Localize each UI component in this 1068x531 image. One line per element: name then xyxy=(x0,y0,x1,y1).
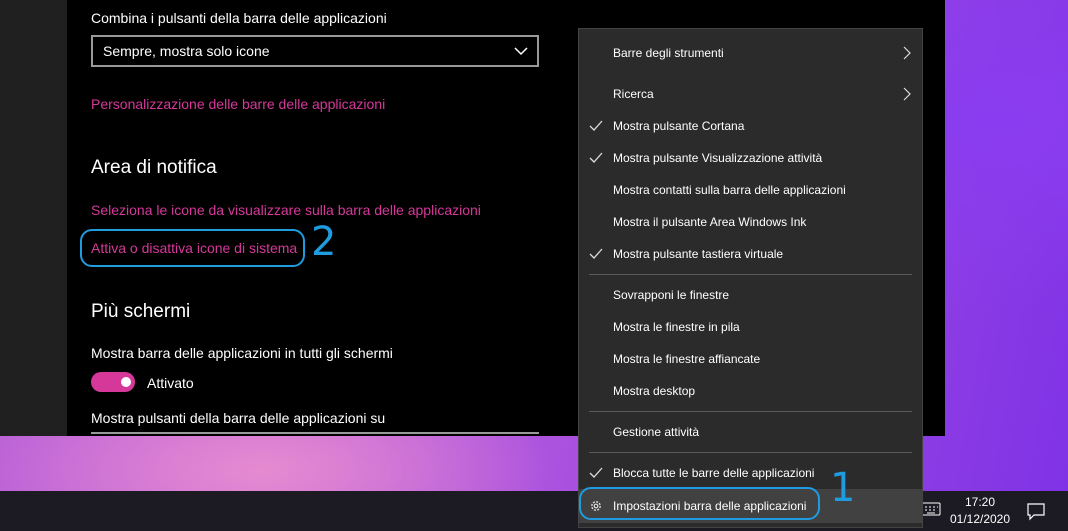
combine-buttons-dropdown[interactable]: Sempre, mostra solo icone xyxy=(91,35,539,67)
menu-item-label: Mostra il pulsante Area Windows Ink xyxy=(613,215,807,229)
menu-item-label: Mostra contatti sulla barra delle applic… xyxy=(613,183,846,197)
show-buttons-on-dropdown[interactable] xyxy=(91,432,539,436)
show-buttons-on-label: Mostra pulsanti della barra delle applic… xyxy=(91,410,386,426)
select-icons-link[interactable]: Seleziona le icone da visualizzare sulla… xyxy=(91,202,481,218)
menu-separator xyxy=(589,411,912,412)
menu-item-show-desktop[interactable]: Mostra desktop xyxy=(579,375,922,407)
annotation-number-2: 2 xyxy=(311,219,337,265)
menu-item-search[interactable]: Ricerca xyxy=(579,78,922,110)
annotation-number-1: 1 xyxy=(830,465,856,511)
menu-item-cortana[interactable]: Mostra pulsante Cortana xyxy=(579,110,922,142)
combine-buttons-value: Sempre, mostra solo icone xyxy=(103,43,270,59)
menu-item-stacked[interactable]: Mostra le finestre in pila xyxy=(579,311,922,343)
action-center-icon[interactable] xyxy=(1026,501,1046,521)
menu-item-label: Blocca tutte le barre delle applicazioni xyxy=(613,466,815,480)
chevron-right-icon xyxy=(903,87,911,101)
menu-separator xyxy=(589,452,912,453)
show-all-displays-toggle[interactable] xyxy=(91,372,135,392)
taskbar-context-menu: Barre degli strumenti Ricerca Mostra pul… xyxy=(578,28,923,528)
menu-item-side-by-side[interactable]: Mostra le finestre affiancate xyxy=(579,343,922,375)
customize-taskbars-link[interactable]: Personalizzazione delle barre delle appl… xyxy=(91,96,385,112)
chevron-down-icon xyxy=(514,47,528,56)
menu-item-label: Mostra pulsante tastiera virtuale xyxy=(613,247,784,261)
clock-date: 01/12/2020 xyxy=(949,512,1011,526)
checkmark-icon xyxy=(589,248,603,259)
keyboard-icon[interactable] xyxy=(921,501,941,517)
menu-item-label: Ricerca xyxy=(613,87,654,101)
multiple-displays-heading: Più schermi xyxy=(91,301,191,322)
menu-item-label: Gestione attività xyxy=(613,425,700,439)
menu-item-cascade[interactable]: Sovrapponi le finestre xyxy=(579,279,922,311)
show-all-displays-label: Mostra barra delle applicazioni in tutti… xyxy=(91,345,393,361)
menu-item-task-manager[interactable]: Gestione attività xyxy=(579,416,922,448)
menu-item-label: Mostra le finestre affiancate xyxy=(613,352,761,366)
menu-item-label: Sovrapponi le finestre xyxy=(613,288,730,302)
window-background-strip xyxy=(0,0,67,436)
menu-item-task-view[interactable]: Mostra pulsante Visualizzazione attività xyxy=(579,142,922,174)
chevron-right-icon xyxy=(903,46,911,60)
tray-clock[interactable]: 17:20 01/12/2020 xyxy=(945,494,1015,528)
annotation-highlight-system-icons xyxy=(80,229,305,267)
menu-item-touch-keyboard[interactable]: Mostra pulsante tastiera virtuale xyxy=(579,238,922,270)
checkmark-icon xyxy=(589,152,603,163)
menu-item-contacts[interactable]: Mostra contatti sulla barra delle applic… xyxy=(579,174,922,206)
toggle-state-label: Attivato xyxy=(147,375,194,391)
menu-item-toolbars[interactable]: Barre degli strumenti xyxy=(579,37,922,69)
menu-separator xyxy=(589,274,912,275)
menu-item-windows-ink[interactable]: Mostra il pulsante Area Windows Ink xyxy=(579,206,922,238)
menu-item-label: Mostra le finestre in pila xyxy=(613,320,740,334)
notification-area-heading: Area di notifica xyxy=(91,157,217,178)
clock-time: 17:20 xyxy=(964,495,996,509)
menu-item-label: Mostra desktop xyxy=(613,384,696,398)
annotation-highlight-taskbar-settings xyxy=(579,487,820,520)
menu-item-lock-taskbars[interactable]: Blocca tutte le barre delle applicazioni xyxy=(579,457,922,489)
combine-buttons-label: Combina i pulsanti della barra delle app… xyxy=(91,10,387,26)
checkmark-icon xyxy=(589,120,603,131)
menu-item-label: Mostra pulsante Cortana xyxy=(613,119,745,133)
toggle-knob xyxy=(121,377,131,387)
checkmark-icon xyxy=(589,467,603,478)
menu-item-label: Barre degli strumenti xyxy=(613,46,724,60)
menu-item-label: Mostra pulsante Visualizzazione attività xyxy=(613,151,823,165)
